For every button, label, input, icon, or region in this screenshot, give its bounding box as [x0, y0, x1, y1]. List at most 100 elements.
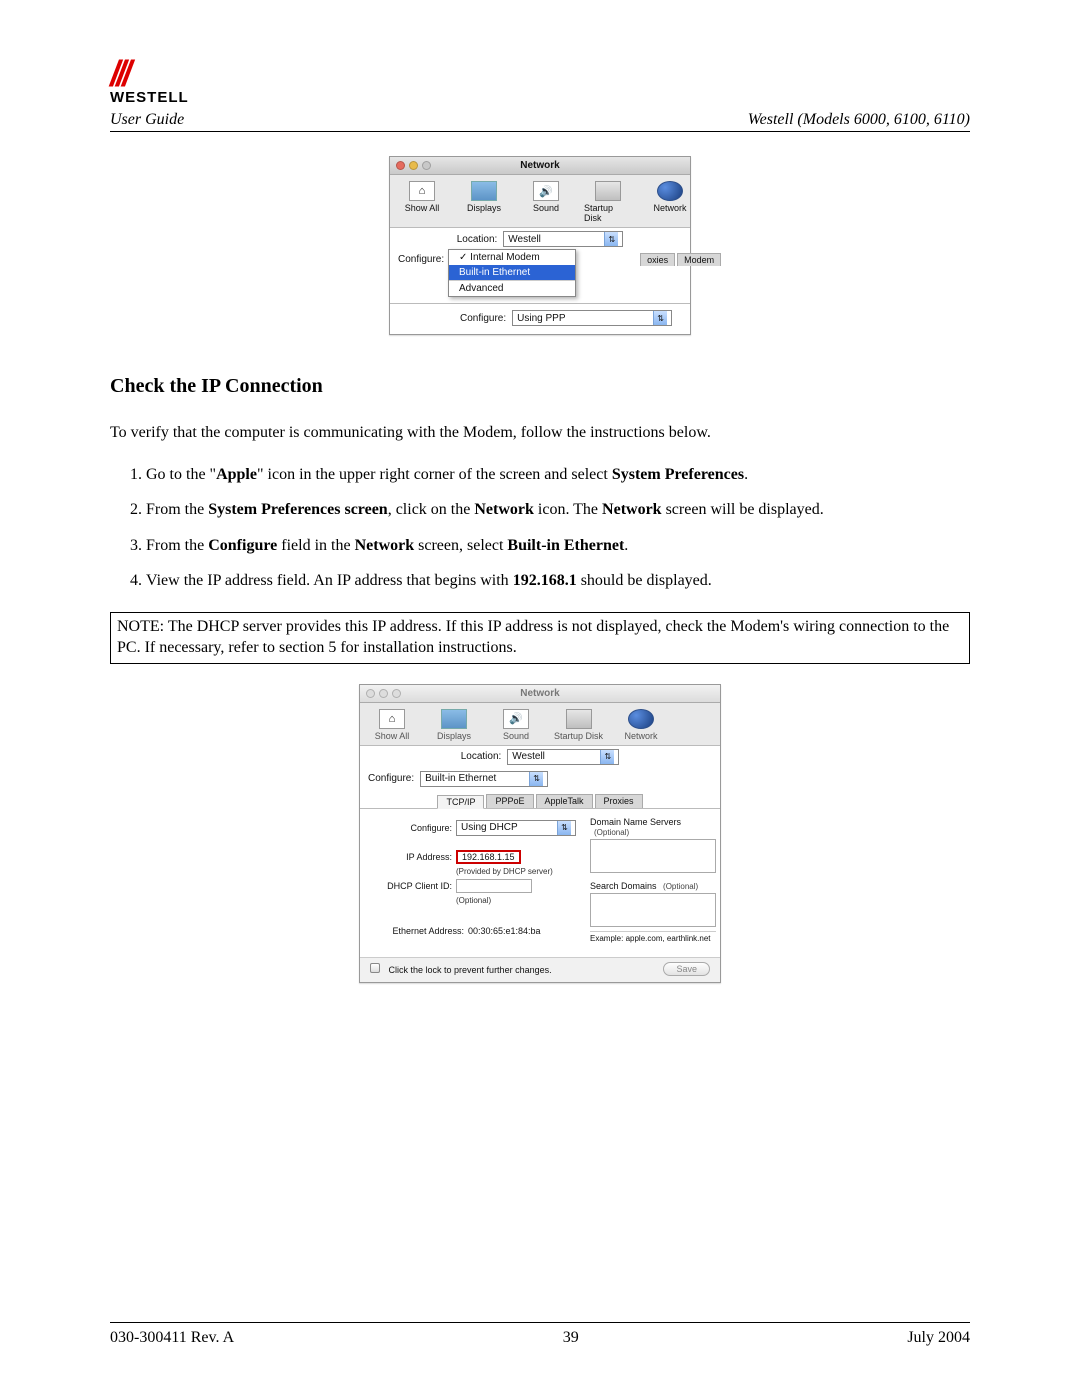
tcpip-panel: Configure: Using DHCP ⇅ IP Address: 192.… [360, 809, 720, 957]
dhcp-client-label: DHCP Client ID: [374, 881, 452, 891]
ethernet-address-value: 00:30:65:e1:84:ba [468, 926, 541, 936]
sound-icon: 🔊 [533, 181, 559, 201]
window-title: Network [390, 160, 690, 171]
location-row: Location: Westell ⇅ [390, 228, 690, 250]
dhcp-client-row: DHCP Client ID: [374, 879, 576, 893]
ethernet-address-row: Ethernet Address: 00:30:65:e1:84:ba [374, 926, 576, 936]
search-domains-label: Search Domains (Optional) [590, 881, 716, 891]
page-footer: 030-300411 Rev. A 39 July 2004 [110, 1322, 970, 1347]
toolbar-startup-disk[interactable]: Startup Disk [554, 709, 603, 741]
option-advanced[interactable]: Advanced [449, 281, 575, 296]
toolbar-label: Show All [405, 203, 440, 213]
model-info: Westell (Models 6000, 6100, 6110) [748, 111, 970, 129]
tab-tcpip[interactable]: TCP/IP [437, 795, 484, 809]
toolbar-sound[interactable]: 🔊 Sound [492, 709, 540, 741]
configure-dropdown[interactable]: Internal Modem Built-in Ethernet Advance… [448, 249, 576, 297]
toolbar-startup-disk[interactable]: Startup Disk [584, 181, 632, 223]
toolbar-label: Sound [503, 731, 529, 741]
configure2-combo[interactable]: Using PPP ⇅ [512, 310, 672, 326]
configure-value: Built-in Ethernet [425, 773, 496, 784]
tab-appletalk[interactable]: AppleTalk [536, 794, 593, 808]
lock-text: Click the lock to prevent further change… [389, 965, 552, 975]
titlebar: Network [390, 157, 690, 175]
toolbar-label: Displays [467, 203, 501, 213]
toolbar-showall[interactable]: ⌂ Show All [368, 709, 416, 741]
note-box: NOTE: The DHCP server provides this IP a… [110, 612, 970, 664]
location-value: Westell [512, 751, 545, 762]
step-3: From the Configure field in the Network … [146, 535, 970, 557]
chevron-updown-icon: ⇅ [557, 821, 571, 835]
footer-rev: 030-300411 Rev. A [110, 1329, 234, 1347]
partial-tabs: oxies Modem [640, 253, 721, 266]
configure2-label: Configure: [374, 823, 452, 833]
toolbar-network[interactable]: Network [617, 709, 665, 741]
intro-text: To verify that the computer is communica… [110, 422, 970, 444]
configure2-value: Using DHCP [461, 822, 518, 833]
ethernet-address-label: Ethernet Address: [374, 926, 464, 936]
option-built-in-ethernet[interactable]: Built-in Ethernet [449, 265, 575, 280]
tab-proxies-fragment[interactable]: oxies [640, 253, 675, 266]
configure2-combo[interactable]: Using DHCP ⇅ [456, 820, 576, 836]
disk-icon [595, 181, 621, 201]
configure2-value: Using PPP [517, 313, 565, 324]
toolbar-label: Network [625, 731, 658, 741]
network-icon [628, 709, 654, 729]
footer-date: July 2004 [907, 1329, 970, 1347]
screenshot-network-tcpip: Network ⌂ Show All Displays 🔊 Sound Startu… [359, 684, 721, 983]
footer-page: 39 [563, 1329, 579, 1347]
window-title: Network [360, 688, 720, 699]
step-4: View the IP address field. An IP address… [146, 570, 970, 592]
ip-hint: (Provided by DHCP server) [456, 867, 576, 876]
lock-icon [370, 963, 380, 973]
option-internal-modem[interactable]: Internal Modem [449, 250, 575, 265]
showall-icon: ⌂ [379, 709, 405, 729]
configure-label: Configure: [398, 254, 444, 265]
tab-proxies[interactable]: Proxies [595, 794, 643, 808]
toolbar-sound[interactable]: 🔊Sound [522, 181, 570, 223]
step-2: From the System Preferences screen, clic… [146, 499, 970, 521]
window-footer: Click the lock to prevent further change… [360, 957, 720, 982]
titlebar: Network [360, 685, 720, 703]
display-icon [471, 181, 497, 201]
westell-logo: /// WESTELL [110, 60, 189, 106]
ip-address-row: IP Address: 192.168.1.15 [374, 850, 576, 864]
ip-address-value: 192.168.1.15 [456, 850, 521, 864]
toolbar-label: Show All [375, 731, 410, 741]
dns-label: Domain Name Servers (Optional) [590, 817, 716, 837]
location-combo[interactable]: Westell ⇅ [507, 749, 619, 765]
dhcp-client-input[interactable] [456, 879, 532, 893]
save-button[interactable]: Save [663, 962, 710, 976]
ip-address-label: IP Address: [374, 852, 452, 862]
section-heading: Check the IP Connection [110, 375, 970, 398]
configure-row: Configure: Internal Modem Built-in Ether… [390, 250, 690, 269]
tab-modem[interactable]: Modem [677, 253, 721, 266]
toolbar-label: Displays [437, 731, 471, 741]
search-domains-input[interactable] [590, 893, 716, 927]
example-text: Example: apple.com, earthlink.net [590, 931, 716, 943]
chevron-updown-icon: ⇅ [529, 772, 543, 786]
lock-row[interactable]: Click the lock to prevent further change… [370, 963, 552, 975]
configure-row: Configure: Built-in Ethernet ⇅ [360, 768, 720, 790]
sound-icon: 🔊 [503, 709, 529, 729]
toolbar-displays[interactable]: Displays [430, 709, 478, 741]
dns-input[interactable] [590, 839, 716, 873]
network-icon [657, 181, 683, 201]
configure-label: Configure: [368, 773, 414, 784]
tab-pppoe[interactable]: PPPoE [486, 794, 533, 808]
configure2-row: Configure: Using DHCP ⇅ [374, 820, 576, 836]
toolbar-displays[interactable]: Displays [460, 181, 508, 223]
toolbar-network[interactable]: Network [646, 181, 694, 223]
configure-combo[interactable]: Built-in Ethernet ⇅ [420, 771, 548, 787]
toolbar-label: Network [653, 203, 686, 213]
toolbar-showall[interactable]: ⌂ Show All [398, 181, 446, 223]
logo-mark-icon: /// [110, 53, 128, 94]
location-row: Location: Westell ⇅ [360, 746, 720, 768]
toolbar-label: Startup Disk [584, 203, 632, 223]
location-label: Location: [461, 751, 502, 762]
chevron-updown-icon: ⇅ [600, 750, 614, 764]
toolbar: ⌂ Show All Displays 🔊 Sound Startup Disk N… [360, 703, 720, 746]
showall-icon: ⌂ [409, 181, 435, 201]
location-combo[interactable]: Westell ⇅ [503, 231, 623, 247]
page-header: /// WESTELL User Guide Westell (Models 6… [110, 60, 970, 138]
step-1: Go to the "Apple" icon in the upper righ… [146, 464, 970, 486]
